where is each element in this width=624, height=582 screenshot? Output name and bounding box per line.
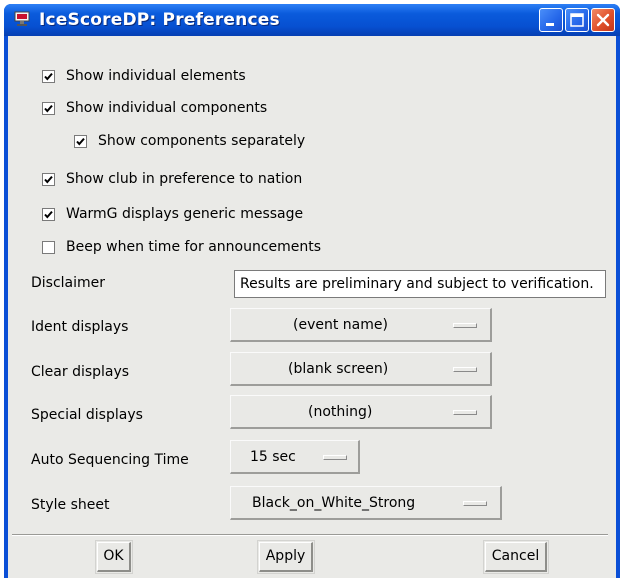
option-menu-indicator-icon [463,501,487,506]
close-button[interactable] [591,8,615,32]
checkbox-show-individual-components[interactable] [42,101,55,115]
clear-displays-select[interactable]: (blank screen) [230,352,492,386]
cancel-button[interactable]: Cancel [485,542,547,572]
maximize-button[interactable] [565,8,589,32]
window-title: IceScoreDP: Preferences [39,10,280,30]
style-sheet-select[interactable]: Black_on_White_Strong [230,486,502,520]
checkbox-warmg-generic[interactable] [42,207,55,221]
special-displays-select[interactable]: (nothing) [230,395,492,429]
checkmark-icon [44,210,53,218]
checkbox-show-components-separately[interactable] [74,134,87,148]
checkmark-icon [44,104,53,112]
option-menu-indicator-icon [453,323,477,328]
disclaimer-input[interactable]: Results are preliminary and subject to v… [234,270,606,298]
auto-sequencing-time-select[interactable]: 15 sec [230,440,360,474]
checkbox-label: Beep when time for announcements [66,239,322,255]
option-menu-indicator-icon [323,455,347,460]
auto-sequencing-time-label: Auto Sequencing Time [31,452,189,468]
dialog-body: Show individual elements Show individual… [8,36,616,578]
checkbox-label: Show individual components [66,100,268,116]
option-menu-indicator-icon [453,367,477,372]
disclaimer-label: Disclaimer [31,275,106,291]
close-icon [596,13,610,27]
checkbox-label: Show components separately [98,133,306,149]
checkbox-label: WarmG displays generic message [66,206,304,222]
style-sheet-value: Black_on_White_Strong [252,495,416,511]
checkbox-row-beep-announcements[interactable]: Beep when time for announcements [42,236,321,258]
preferences-window: IceScoreDP: Preferences Show individual … [4,4,620,578]
ident-displays-value: (event name) [293,317,388,333]
checkbox-row-show-individual-components[interactable]: Show individual components [42,97,267,119]
checkbox-row-show-individual-elements[interactable]: Show individual elements [42,65,246,87]
maximize-icon [570,13,584,27]
title-bar[interactable]: IceScoreDP: Preferences [4,4,620,36]
checkbox-row-show-club[interactable]: Show club in preference to nation [42,168,302,190]
checkmark-icon [44,175,53,183]
checkbox-row-show-components-separately[interactable]: Show components separately [74,130,305,152]
checkbox-show-individual-elements[interactable] [42,69,55,83]
special-displays-label: Special displays [31,407,143,423]
special-displays-value: (nothing) [308,404,373,420]
checkmark-icon [76,137,85,145]
checkbox-beep-announcements[interactable] [42,240,55,254]
minimize-icon [546,23,554,26]
checkbox-label: Show club in preference to nation [66,171,303,187]
checkbox-show-club[interactable] [42,172,55,186]
style-sheet-label: Style sheet [31,497,110,513]
checkbox-label: Show individual elements [66,68,246,84]
checkmark-icon [44,72,53,80]
clear-displays-label: Clear displays [31,364,130,380]
checkbox-row-warmg-generic[interactable]: WarmG displays generic message [42,203,303,225]
option-menu-indicator-icon [453,410,477,415]
ok-button[interactable]: OK [97,542,131,572]
separator [12,534,608,536]
apply-button[interactable]: Apply [259,542,313,572]
app-icon [14,11,30,27]
ident-displays-select[interactable]: (event name) [230,308,492,342]
auto-sequencing-time-value: 15 sec [250,449,296,465]
minimize-button[interactable] [539,8,563,32]
ident-displays-label: Ident displays [31,319,129,335]
clear-displays-value: (blank screen) [288,361,389,377]
